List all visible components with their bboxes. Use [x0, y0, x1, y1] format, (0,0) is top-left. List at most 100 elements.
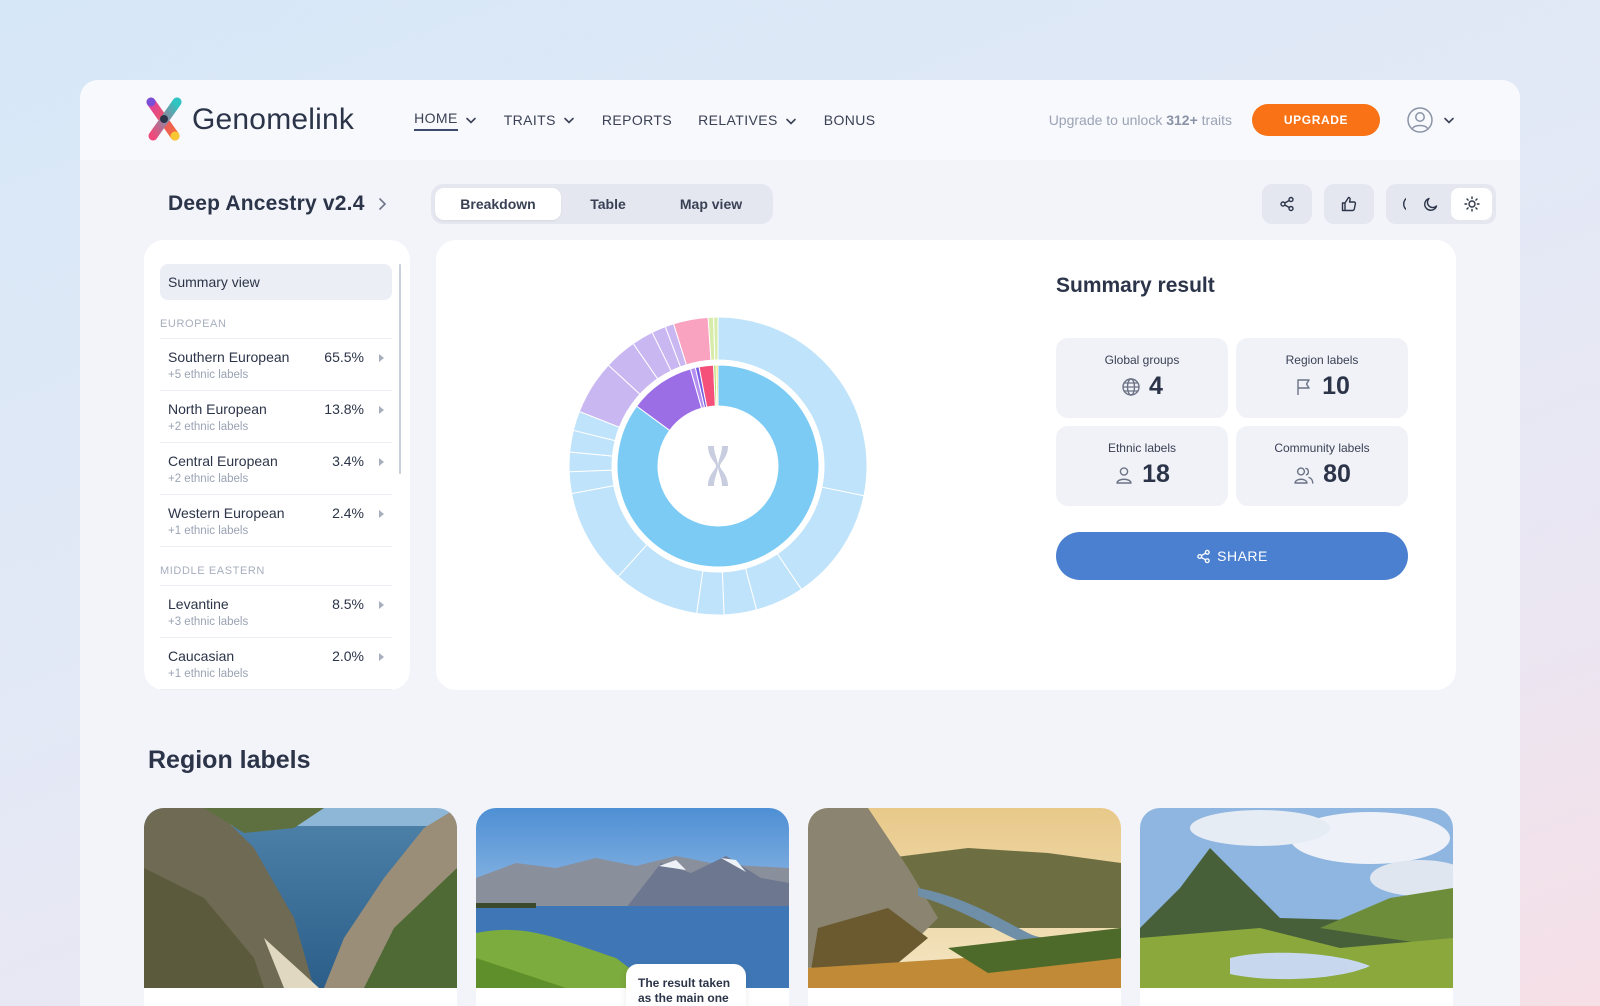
list-item[interactable]: Levantine +3 ethnic labels 8.5% [160, 586, 392, 638]
row-sub: +1 ethnic labels [168, 668, 249, 680]
row-value: 2.0% [332, 648, 364, 664]
chevron-right-icon [378, 198, 386, 210]
header-right: Upgrade to unlock 312+ traits UPGRADE [1049, 104, 1456, 136]
page-title-text: Deep Ancestry v2.4 [168, 192, 365, 215]
brand-logo[interactable]: Genomelink [144, 96, 354, 144]
nav-home[interactable]: HOME [414, 104, 478, 137]
share-button-label: SHARE [1217, 548, 1268, 564]
page-title[interactable]: Deep Ancestry v2.4 [168, 192, 387, 216]
region-card-highlands[interactable] [1140, 808, 1453, 1006]
chromosome-icon [708, 446, 728, 486]
sun-icon [1463, 196, 1480, 212]
nav-reports-label: REPORTS [601, 112, 673, 128]
stat-value-row: 4 [1056, 372, 1228, 401]
caret-right-icon [379, 510, 384, 518]
row-value: 3.4% [332, 453, 364, 469]
thumbs-up-icon [1341, 196, 1357, 212]
caret-right-icon [379, 406, 384, 414]
light-mode-option[interactable] [1451, 188, 1492, 220]
donut-inner-slice[interactable] [715, 364, 719, 407]
tab-table[interactable]: Table [561, 188, 655, 220]
caret-right-icon [379, 601, 384, 609]
user-menu[interactable] [1406, 106, 1456, 134]
stat-label: Region labels [1285, 353, 1359, 367]
caret-right-icon [379, 653, 384, 661]
upgrade-button[interactable]: UPGRADE [1252, 104, 1380, 136]
list-item[interactable]: Central European +2 ethnic labels 3.4% [160, 443, 392, 495]
nav-bonus[interactable]: BONUS [824, 106, 876, 134]
row-value: 8.5% [332, 596, 364, 612]
group-label-european: EUROPEAN [160, 300, 392, 339]
region-card-coast[interactable] [144, 808, 457, 1006]
stat-value: 18 [1142, 460, 1170, 488]
nav-reports[interactable]: REPORTS [602, 106, 672, 134]
stat-label: Community labels [1274, 441, 1370, 455]
view-tabs: Breakdown Table Map view [431, 184, 773, 224]
dark-mode-option[interactable] [1410, 188, 1451, 220]
row-value: 13.8% [324, 401, 364, 417]
genomelink-logo-icon [146, 97, 182, 141]
row-name: Western European [168, 505, 285, 521]
donut-outer-slice[interactable] [713, 316, 719, 361]
row-sub: +2 ethnic labels [168, 421, 249, 433]
breakdown-list: Summary view EUROPEAN Southern European … [160, 264, 392, 690]
ancestry-donut-chart [568, 316, 868, 616]
stat-value-row: 80 [1236, 460, 1408, 489]
row-sub: +2 ethnic labels [168, 473, 249, 485]
breakdown-sidebar: Summary view EUROPEAN Southern European … [144, 240, 410, 690]
row-sub: +5 ethnic labels [168, 369, 249, 381]
list-item[interactable]: Caucasian +1 ethnic labels 2.0% [160, 638, 392, 690]
people-icon [1294, 466, 1314, 484]
top-header: Genomelink HOME TRAITS REPORTS RELATIVES… [80, 80, 1520, 160]
nav-relatives-label: RELATIVES [698, 112, 778, 128]
globe-icon [1122, 377, 1140, 396]
main-nav: HOME TRAITS REPORTS RELATIVES BONUS [414, 104, 901, 137]
row-sub: +1 ethnic labels [168, 525, 249, 537]
main-result-tooltip: The result taken as the main one [626, 964, 746, 1006]
app-window: Genomelink HOME TRAITS REPORTS RELATIVES… [80, 80, 1520, 1006]
region-card-river-valley[interactable] [808, 808, 1121, 1006]
summary-view-item[interactable]: Summary view [160, 264, 392, 300]
row-value: 2.4% [332, 505, 364, 521]
nav-home-label: HOME [414, 110, 458, 131]
like-button[interactable] [1324, 184, 1374, 224]
row-sub: +3 ethnic labels [168, 616, 249, 628]
region-labels-title: Region labels [148, 746, 311, 774]
share-button[interactable]: SHARE [1056, 532, 1408, 580]
highlands-photo [1140, 808, 1453, 988]
stat-value-row: 18 [1056, 460, 1228, 489]
tab-breakdown[interactable]: Breakdown [435, 188, 561, 220]
moon-icon [1423, 197, 1437, 211]
list-item[interactable]: Southern European +5 ethnic labels 65.5% [160, 339, 392, 391]
stat-global-groups: Global groups 4 [1056, 338, 1228, 418]
list-item[interactable]: Western European +1 ethnic labels 2.4% [160, 495, 392, 547]
stat-value: 10 [1322, 372, 1350, 400]
upgrade-hint-count: 312+ [1166, 112, 1198, 128]
list-item[interactable]: North European +2 ethnic labels 13.8% [160, 391, 392, 443]
summary-title: Summary result [1056, 274, 1215, 297]
user-circle-icon [1407, 107, 1433, 133]
stat-ethnic-labels: Ethnic labels 18 [1056, 426, 1228, 506]
stat-community-labels: Community labels 80 [1236, 426, 1408, 506]
upgrade-hint-prefix: Upgrade to unlock [1048, 112, 1167, 128]
coastline-photo [144, 808, 457, 988]
nav-relatives[interactable]: RELATIVES [698, 106, 798, 134]
share-icon [1280, 196, 1294, 212]
stat-value: 4 [1149, 372, 1163, 400]
row-name: North European [168, 401, 267, 417]
sidebar-scrollbar[interactable] [399, 264, 401, 474]
summary-card: Summary result Global groups 4 Region la… [436, 240, 1456, 690]
theme-toggle [1406, 184, 1496, 224]
stat-value-row: 10 [1236, 372, 1408, 401]
share-icon-button[interactable] [1262, 184, 1312, 224]
row-name: Southern European [168, 349, 290, 365]
nav-bonus-label: BONUS [823, 112, 876, 128]
chevron-down-icon [1444, 117, 1454, 124]
share-icon [1197, 549, 1210, 563]
results-toolbar: Deep Ancestry v2.4 Breakdown Table Map v… [144, 184, 1496, 226]
nav-traits[interactable]: TRAITS [504, 106, 576, 134]
tab-map-view[interactable]: Map view [655, 188, 767, 220]
person-icon [1116, 466, 1132, 484]
chevron-down-icon [564, 117, 574, 124]
stat-value: 80 [1323, 460, 1351, 488]
